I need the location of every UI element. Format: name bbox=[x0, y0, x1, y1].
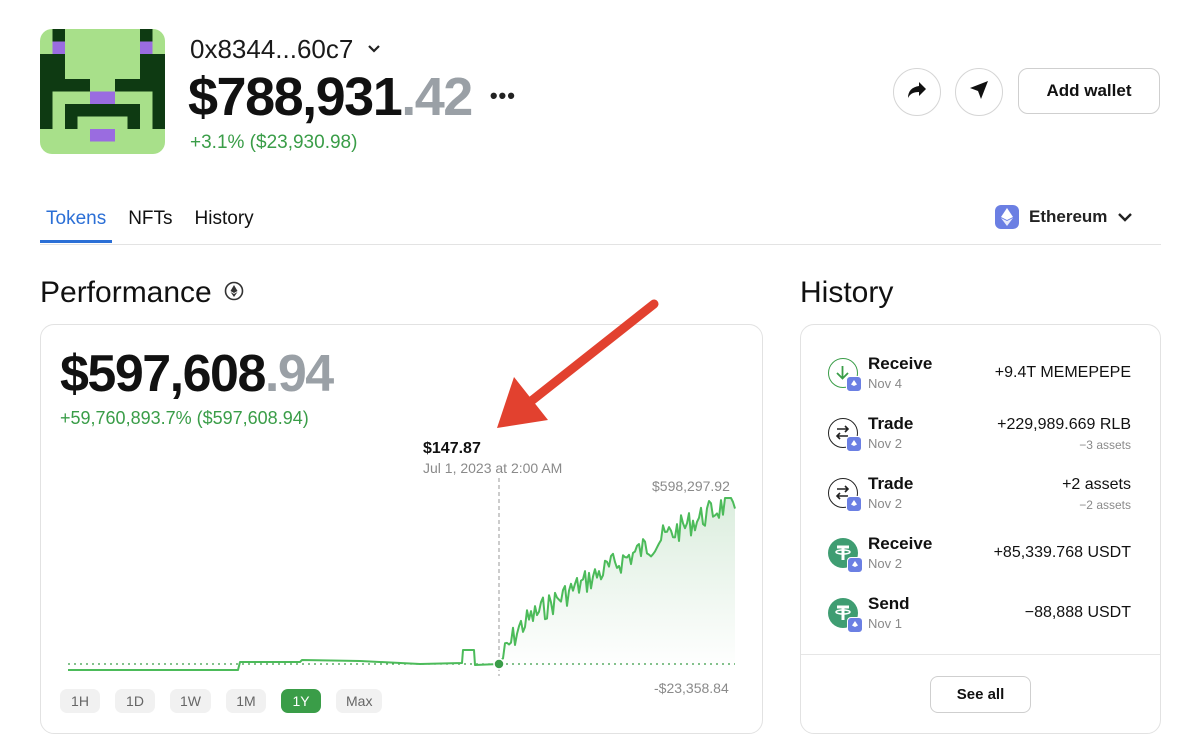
ethereum-icon bbox=[846, 436, 862, 452]
history-item-trade[interactable]: Trade Nov 2 +229,989.669 RLB −3 assets bbox=[828, 414, 1131, 458]
history-amount: −88,888 USDT bbox=[1024, 604, 1131, 621]
ethereum-icon bbox=[846, 376, 862, 392]
history-date: Nov 1 bbox=[868, 616, 902, 631]
tether-icon bbox=[828, 538, 863, 573]
trade-swap-icon bbox=[828, 418, 862, 452]
history-amount: +85,339.768 USDT bbox=[993, 544, 1131, 561]
see-all-button[interactable]: See all bbox=[930, 676, 1031, 713]
time-range-selector: 1H 1D 1W 1M 1Y Max bbox=[60, 689, 383, 713]
history-type: Receive bbox=[868, 354, 933, 373]
performance-area bbox=[499, 498, 735, 670]
chart-min-label: -$23,358.84 bbox=[654, 680, 729, 696]
history-sub-amount: −3 assets bbox=[1079, 438, 1131, 452]
range-1m[interactable]: 1M bbox=[226, 689, 266, 713]
history-divider bbox=[801, 654, 1160, 655]
range-1h[interactable]: 1H bbox=[60, 689, 100, 713]
tooltip-date: Jul 1, 2023 at 2:00 AM bbox=[423, 460, 563, 476]
history-sub-amount: −2 assets bbox=[1079, 498, 1131, 512]
ethereum-icon bbox=[847, 617, 863, 633]
tooltip-value: $147.87 bbox=[423, 440, 481, 457]
history-date: Nov 2 bbox=[868, 496, 902, 511]
history-date: Nov 4 bbox=[868, 376, 902, 391]
history-item-send[interactable]: Send Nov 1 −88,888 USDT bbox=[828, 594, 1131, 638]
history-title: History bbox=[800, 276, 894, 309]
range-1y[interactable]: 1Y bbox=[281, 689, 321, 713]
receive-arrow-icon bbox=[828, 358, 862, 392]
history-date: Nov 2 bbox=[868, 556, 902, 571]
ethereum-icon bbox=[846, 496, 862, 512]
history-item-receive[interactable]: Receive Nov 2 +85,339.768 USDT bbox=[828, 534, 1131, 578]
history-date: Nov 2 bbox=[868, 436, 902, 451]
annotation-arrow-icon bbox=[497, 299, 659, 428]
range-max[interactable]: Max bbox=[336, 689, 383, 713]
history-type: Receive bbox=[868, 534, 933, 553]
history-type: Trade bbox=[868, 414, 914, 433]
ethereum-icon bbox=[847, 557, 863, 573]
tether-icon bbox=[828, 598, 863, 633]
history-amount: +229,989.669 RLB bbox=[997, 416, 1131, 433]
history-amount: +2 assets bbox=[1062, 476, 1131, 493]
history-item-receive[interactable]: Receive Nov 4 +9.4T MEMEPEPE bbox=[828, 354, 1131, 398]
history-type: Trade bbox=[868, 474, 914, 493]
trade-swap-icon bbox=[828, 478, 862, 512]
history-amount: +9.4T MEMEPEPE bbox=[994, 364, 1131, 381]
chart-max-label: $598,297.92 bbox=[652, 478, 730, 494]
tooltip-point bbox=[493, 658, 505, 670]
history-item-trade[interactable]: Trade Nov 2 +2 assets −2 assets bbox=[828, 474, 1131, 518]
history-type: Send bbox=[868, 594, 910, 613]
range-1d[interactable]: 1D bbox=[115, 689, 155, 713]
range-1w[interactable]: 1W bbox=[170, 689, 211, 713]
